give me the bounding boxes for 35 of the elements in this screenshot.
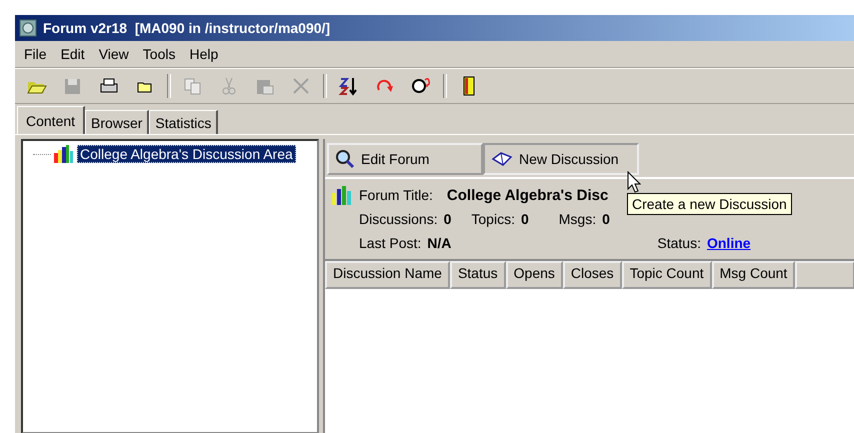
new-discussion-button[interactable]: New Discussion	[483, 143, 639, 175]
tab[interactable]: Browser	[85, 110, 150, 134]
menu-item[interactable]: Tools	[136, 46, 182, 62]
field-label: Discussions:	[359, 211, 438, 227]
tree-item[interactable]: College Algebra's Discussion Area	[77, 145, 296, 163]
books-icon	[53, 145, 75, 163]
menu-item[interactable]: Edit	[54, 46, 92, 62]
field-label: Topics:	[471, 211, 515, 227]
app-icon	[19, 19, 37, 37]
tooltip: Create a new Discussion	[627, 193, 792, 215]
forum-title-value: College Algebra's Disc	[446, 186, 608, 204]
tab[interactable]: Statistics	[149, 110, 218, 134]
field-value: 0	[520, 211, 529, 227]
field-label: Msgs:	[558, 211, 596, 227]
field-label: Status:	[657, 235, 701, 251]
menu-item[interactable]: Help	[182, 46, 226, 62]
column-header[interactable]: Closes	[562, 261, 622, 289]
column-header[interactable]: Topic Count	[622, 261, 712, 289]
column-header[interactable]: Discussion Name	[325, 261, 450, 289]
menu-item[interactable]: File	[17, 46, 54, 62]
books-icon	[331, 185, 353, 205]
tab[interactable]: Content	[17, 106, 86, 134]
column-header[interactable]: Opens	[506, 261, 563, 289]
field-value: N/A	[427, 235, 452, 251]
edit-forum-button[interactable]: Edit Forum	[327, 143, 483, 175]
field-label: Forum Title:	[359, 187, 433, 203]
field-label: Last Post:	[359, 235, 422, 251]
window-title: Forum v2r18 [MA090 in /instructor/ma090/]	[43, 20, 330, 36]
field-value: 0	[602, 211, 610, 227]
status-link[interactable]: Online	[706, 235, 751, 251]
column-header[interactable]: Status	[450, 261, 506, 289]
field-value: 0	[444, 211, 452, 227]
column-header[interactable]: Msg Count	[712, 261, 796, 289]
search-icon	[335, 149, 355, 169]
menu-item[interactable]: View	[92, 46, 136, 62]
